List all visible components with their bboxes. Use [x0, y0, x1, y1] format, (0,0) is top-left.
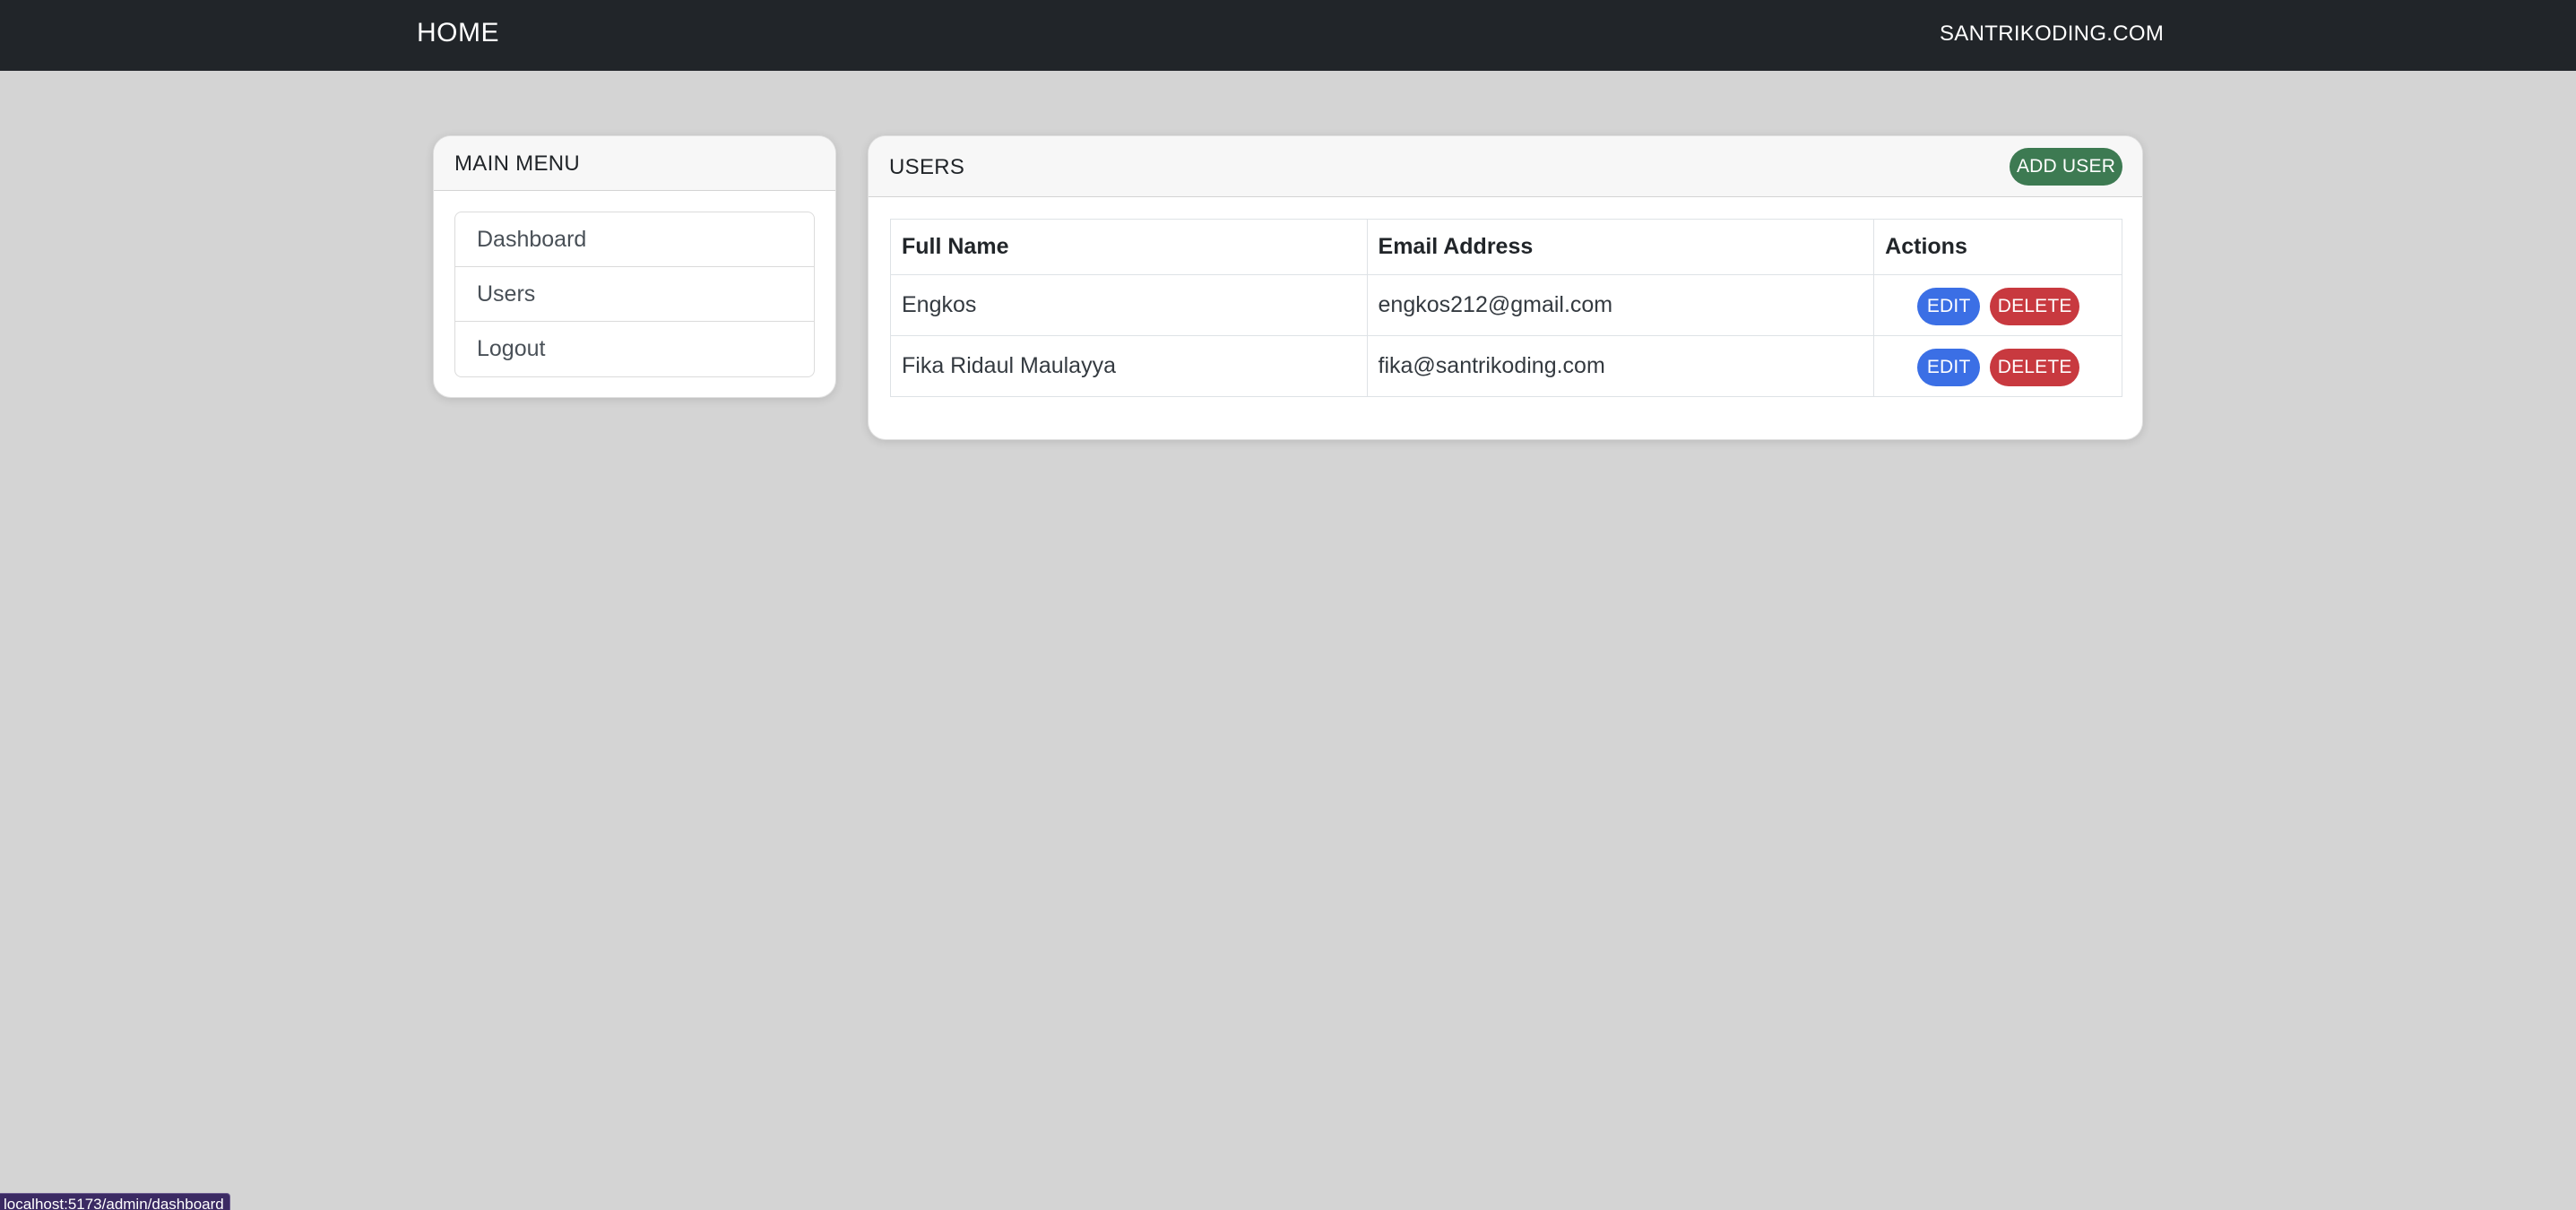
main-menu-card: MAIN MENU Dashboard Users Logout — [433, 135, 836, 398]
main-menu-list: Dashboard Users Logout — [454, 212, 815, 377]
user-full-name: Fika Ridaul Maulayya — [890, 335, 1368, 397]
add-user-button[interactable]: ADD USER — [2010, 148, 2122, 186]
home-link[interactable]: HOME — [417, 18, 499, 48]
users-header: USERS ADD USER — [869, 136, 2142, 197]
user-email: engkos212@gmail.com — [1366, 274, 1875, 336]
users-title: USERS — [889, 155, 965, 179]
santrikoding-link[interactable]: SANTRIKODING.COM — [1940, 22, 2164, 47]
menu-item-logout[interactable]: Logout — [455, 322, 814, 376]
delete-button[interactable]: DELETE — [1990, 349, 2080, 386]
users-card: USERS ADD USER Full Name Email Address A… — [868, 135, 2143, 440]
column-header-actions: Actions — [1873, 219, 2122, 275]
user-full-name: Engkos — [890, 274, 1368, 336]
users-table: Full Name Email Address Actions Engkos e… — [890, 219, 2122, 397]
main-menu-header: MAIN MENU — [434, 136, 835, 191]
user-actions: EDIT DELETE — [1873, 335, 2122, 397]
menu-item-dashboard[interactable]: Dashboard — [455, 212, 814, 267]
column-header-full-name: Full Name — [890, 219, 1368, 275]
edit-button[interactable]: EDIT — [1917, 288, 1981, 325]
table-row: Engkos engkos212@gmail.com EDIT DELETE — [890, 274, 2122, 336]
top-navbar: HOME SANTRIKODING.COM — [0, 0, 2576, 71]
table-header-row: Full Name Email Address Actions — [890, 219, 2122, 275]
menu-item-users[interactable]: Users — [455, 267, 814, 322]
main-menu-title: MAIN MENU — [454, 151, 581, 176]
user-email: fika@santrikoding.com — [1366, 335, 1875, 397]
delete-button[interactable]: DELETE — [1990, 288, 2080, 325]
user-actions: EDIT DELETE — [1873, 274, 2122, 336]
status-bar-url: localhost:5173/admin/dashboard — [0, 1193, 230, 1210]
edit-button[interactable]: EDIT — [1917, 349, 1981, 386]
column-header-email: Email Address — [1366, 219, 1875, 275]
table-row: Fika Ridaul Maulayya fika@santrikoding.c… — [890, 335, 2122, 397]
